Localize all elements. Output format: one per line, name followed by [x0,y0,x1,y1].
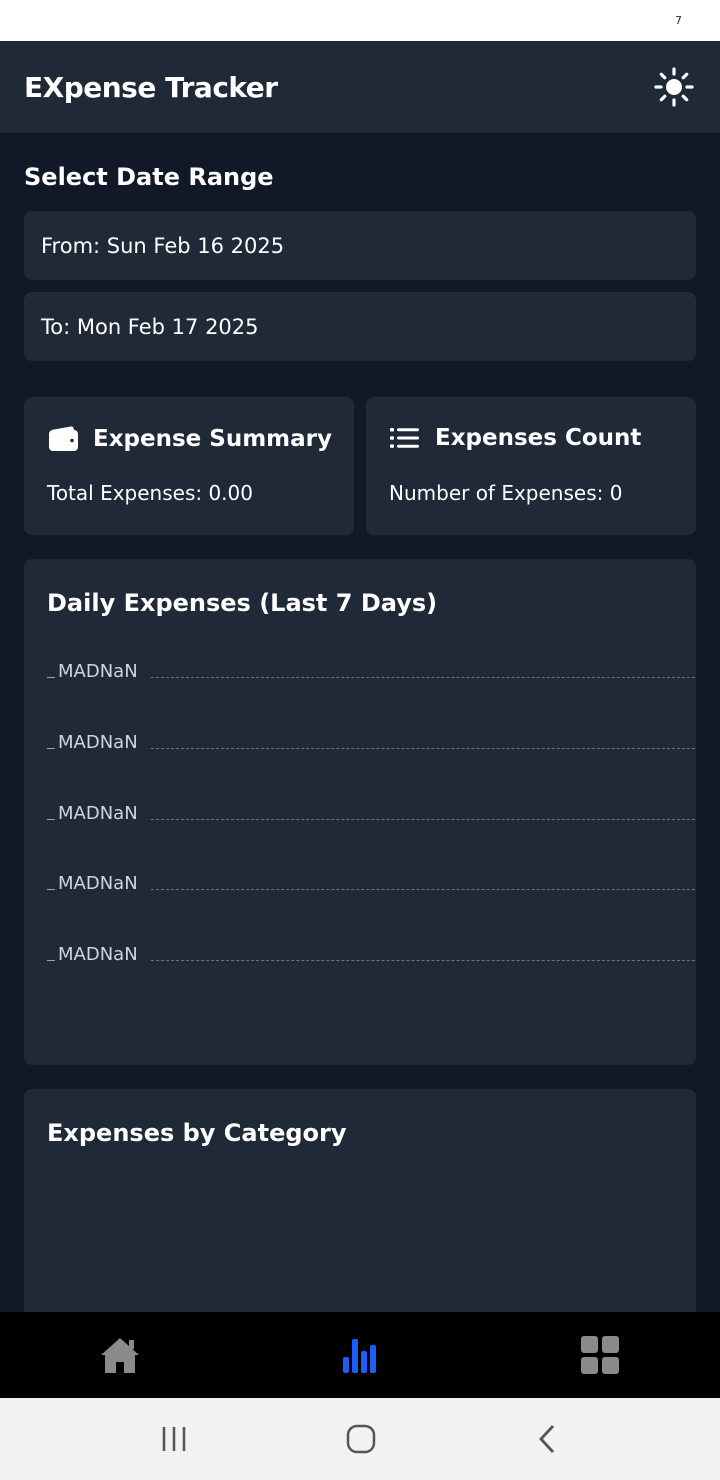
number-of-expenses-text: Number of Expenses: 0 [389,481,623,505]
to-date-field[interactable]: To: Mon Feb 17 2025 [24,292,696,361]
daily-expenses-chart-title: Daily Expenses (Last 7 Days) [47,589,438,617]
circle-home-icon [346,1424,376,1454]
grid-icon [581,1336,619,1374]
category-chart-title: Expenses by Category [47,1119,347,1147]
status-indicator: 7 [675,14,682,27]
theme-toggle-button[interactable] [652,65,696,109]
tick-mark [47,889,55,890]
y-tick-label: MADNaN [58,873,138,894]
app-title: EXpense Tracker [24,70,278,104]
home-icon [101,1338,139,1373]
wallet-icon [49,426,78,451]
category-chart-card: Expenses by Category [24,1089,696,1312]
nav-apps[interactable] [480,1312,720,1398]
nav-stats[interactable] [240,1312,480,1398]
grid-line [151,889,696,890]
tick-mark [47,748,55,749]
y-tick-label: MADNaN [58,944,138,965]
recents-button[interactable] [144,1420,204,1458]
system-home-button[interactable] [331,1420,391,1458]
y-axis-tick: MADNaN [47,730,696,754]
y-axis-tick: MADNaN [47,942,696,966]
y-axis-tick: MADNaN [47,659,696,683]
grid-line [151,677,696,678]
tick-mark [47,677,55,678]
from-date-field[interactable]: From: Sun Feb 16 2025 [24,211,696,280]
y-tick-label: MADNaN [58,732,138,753]
list-icon [390,428,419,448]
to-date-label: To: Mon Feb 17 2025 [41,314,259,339]
expenses-count-title: Expenses Count [435,425,642,451]
expenses-count-card: Expenses Count Number of Expenses: 0 [366,397,696,535]
bar-chart-icon [343,1339,376,1373]
back-icon [539,1425,555,1453]
back-button[interactable] [518,1420,578,1458]
grid-line [151,819,696,820]
system-nav-bar [0,1398,720,1480]
app-header: EXpense Tracker [0,41,720,133]
grid-line [151,960,696,961]
expense-summary-card: Expense Summary Total Expenses: 0.00 [24,397,354,535]
status-bar: 7 [0,0,720,41]
y-tick-label: MADNaN [58,661,138,682]
from-date-label: From: Sun Feb 16 2025 [41,233,285,258]
tick-mark [47,960,55,961]
date-range-title: Select Date Range [24,163,274,191]
y-axis-tick: MADNaN [47,871,696,895]
recents-icon [162,1427,186,1451]
grid-line [151,748,696,749]
total-expenses-text: Total Expenses: 0.00 [47,481,253,505]
y-tick-label: MADNaN [58,803,138,824]
main-content[interactable]: Select Date Range From: Sun Feb 16 2025 … [0,133,720,1312]
daily-expenses-chart-card: Daily Expenses (Last 7 Days) MADNaN MADN… [24,559,696,1065]
y-axis-tick: MADNaN [47,801,696,825]
nav-home[interactable] [0,1312,240,1398]
sun-icon [654,67,694,107]
tick-mark [47,819,55,820]
expense-summary-title: Expense Summary [93,426,333,452]
bottom-nav [0,1312,720,1398]
